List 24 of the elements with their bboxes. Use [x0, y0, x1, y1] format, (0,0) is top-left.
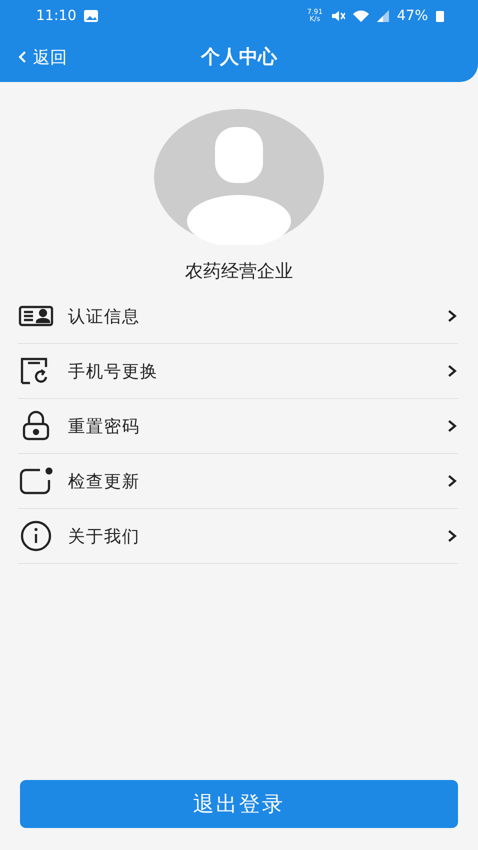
chevron-left-icon [18, 50, 27, 64]
logout-button[interactable]: 退出登录 [20, 780, 458, 828]
menu-item[interactable]: 手机号更换 [18, 344, 458, 399]
menu-item[interactable]: 认证信息 [18, 289, 458, 344]
menu-item[interactable]: 重置密码 [18, 399, 458, 454]
chevron-right-icon [446, 474, 458, 488]
wifi-icon [352, 10, 369, 22]
battery-icon [436, 10, 444, 22]
chevron-right-icon [446, 364, 458, 378]
status-time: 11:10 [36, 8, 76, 24]
battery-percent: 47% [396, 8, 428, 24]
chevron-right-icon [446, 309, 458, 323]
company-name: 农药经营企业 [185, 260, 293, 283]
chevron-right-icon [446, 419, 458, 433]
signal-icon [376, 10, 389, 22]
update-badge-icon [18, 465, 54, 497]
back-link[interactable]: 返回 [18, 46, 67, 68]
image-icon [84, 10, 98, 22]
chevron-right-icon [446, 529, 458, 543]
page-title: 个人中心 [201, 45, 277, 70]
menu-item[interactable]: 检查更新 [18, 454, 458, 509]
mute-icon [330, 10, 345, 22]
menu-item[interactable]: 关于我们 [18, 509, 458, 564]
info-icon [18, 520, 54, 552]
